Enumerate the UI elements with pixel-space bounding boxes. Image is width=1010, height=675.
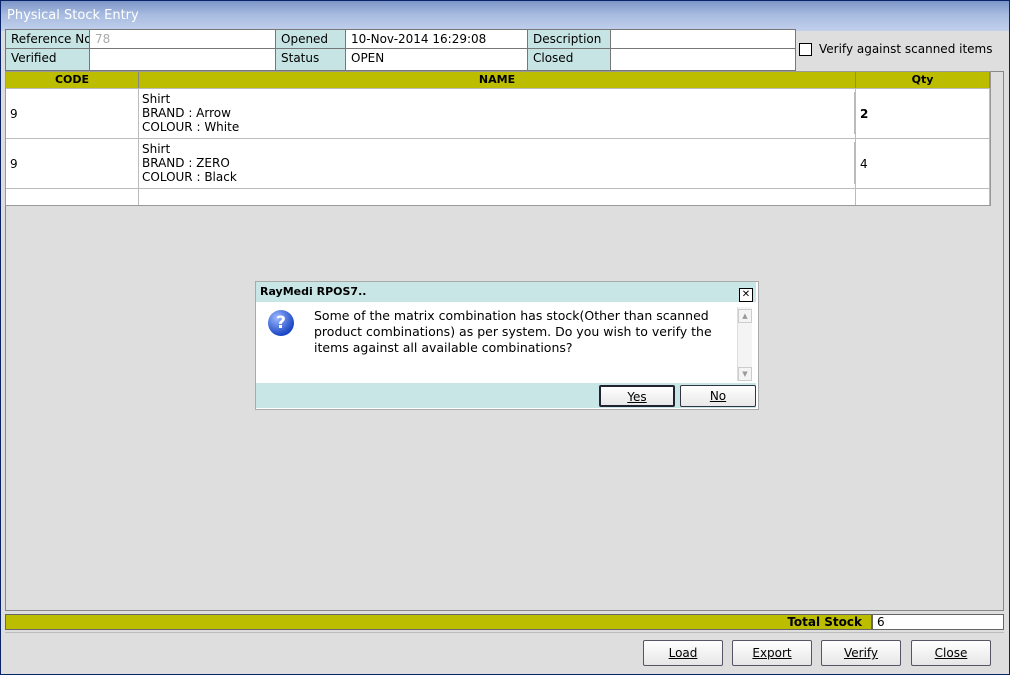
verify-against-scanned-checkbox[interactable]: Verify against scanned items (799, 41, 992, 57)
stock-items-table: CODE NAME Qty 9 Shirt BRAND : Arrow COLO… (5, 71, 991, 206)
question-icon: ? (268, 310, 294, 336)
column-header-qty[interactable]: Qty (856, 72, 990, 88)
scroll-up-icon[interactable]: ▲ (738, 309, 752, 323)
dialog-scrollbar[interactable]: ▲ ▼ (737, 307, 752, 381)
row-qty[interactable] (856, 189, 990, 205)
description-label: Description (528, 30, 611, 49)
table-row-empty[interactable] (6, 188, 990, 205)
item-name: Shirt (142, 142, 855, 156)
confirm-dialog: RayMedi RPOS7.. ✕ ? Some of the matrix c… (255, 281, 759, 410)
item-colour: COLOUR : Black (142, 170, 855, 184)
row-name (139, 189, 856, 205)
close-icon[interactable]: ✕ (739, 288, 753, 302)
dialog-message: Some of the matrix combination has stock… (314, 308, 712, 355)
opened-label: Opened (276, 30, 346, 49)
item-name: Shirt (142, 92, 855, 106)
close-button[interactable]: Close (911, 640, 991, 666)
no-button[interactable]: No (680, 385, 756, 407)
row-qty[interactable]: 4 (856, 139, 990, 188)
dialog-title: RayMedi RPOS7.. (256, 282, 756, 302)
no-button-label: No (709, 389, 727, 403)
load-button-label: Load (668, 646, 698, 660)
verified-value (90, 49, 276, 70)
row-name: Shirt BRAND : ZERO COLOUR : Black (139, 139, 856, 188)
yes-button[interactable]: Yes (599, 385, 675, 407)
reference-label: Reference No (6, 30, 90, 49)
load-button[interactable]: Load (643, 640, 723, 666)
row-name: Shirt BRAND : Arrow COLOUR : White (139, 89, 856, 138)
item-colour: COLOUR : White (142, 120, 855, 134)
scroll-down-icon[interactable]: ▼ (738, 367, 752, 381)
export-button-label: Export (752, 646, 792, 660)
table-row[interactable]: 9 Shirt BRAND : Arrow COLOUR : White 2 (6, 88, 990, 138)
row-qty[interactable]: 2 (856, 89, 990, 138)
status-label: Status (276, 49, 346, 70)
verify-button[interactable]: Verify (821, 640, 901, 666)
closed-label: Closed (528, 49, 611, 70)
reference-value: 78 (90, 30, 276, 49)
window-title: Physical Stock Entry (1, 1, 1009, 31)
physical-stock-entry-window: Physical Stock Entry Reference No 78 Ope… (0, 0, 1010, 675)
column-header-code[interactable]: CODE (6, 72, 139, 88)
closed-value (611, 49, 795, 70)
opened-value: 10-Nov-2014 16:29:08 (346, 30, 528, 49)
export-button[interactable]: Export (732, 640, 812, 666)
total-stock-label: Total Stock (5, 614, 872, 630)
checkbox-box[interactable] (799, 42, 812, 56)
status-value: OPEN (346, 49, 528, 70)
header-info-grid: Reference No 78 Opened 10-Nov-2014 16:29… (5, 29, 796, 71)
yes-button-label: Yes (627, 390, 647, 404)
item-brand: BRAND : ZERO (142, 156, 855, 170)
column-header-name[interactable]: NAME (139, 72, 856, 88)
verified-label: Verified (6, 49, 90, 70)
table-row[interactable]: 9 Shirt BRAND : ZERO COLOUR : Black 4 (6, 138, 990, 188)
row-code (6, 189, 139, 205)
item-brand: BRAND : Arrow (142, 106, 855, 120)
description-value (611, 30, 795, 49)
verify-button-label: Verify (843, 646, 879, 660)
total-stock-value: 6 (872, 614, 1004, 630)
row-code: 9 (6, 89, 139, 138)
row-code: 9 (6, 139, 139, 188)
table-header: CODE NAME Qty (6, 72, 990, 88)
verify-against-scanned-label: Verify against scanned items (819, 42, 993, 56)
close-button-label: Close (934, 646, 968, 660)
